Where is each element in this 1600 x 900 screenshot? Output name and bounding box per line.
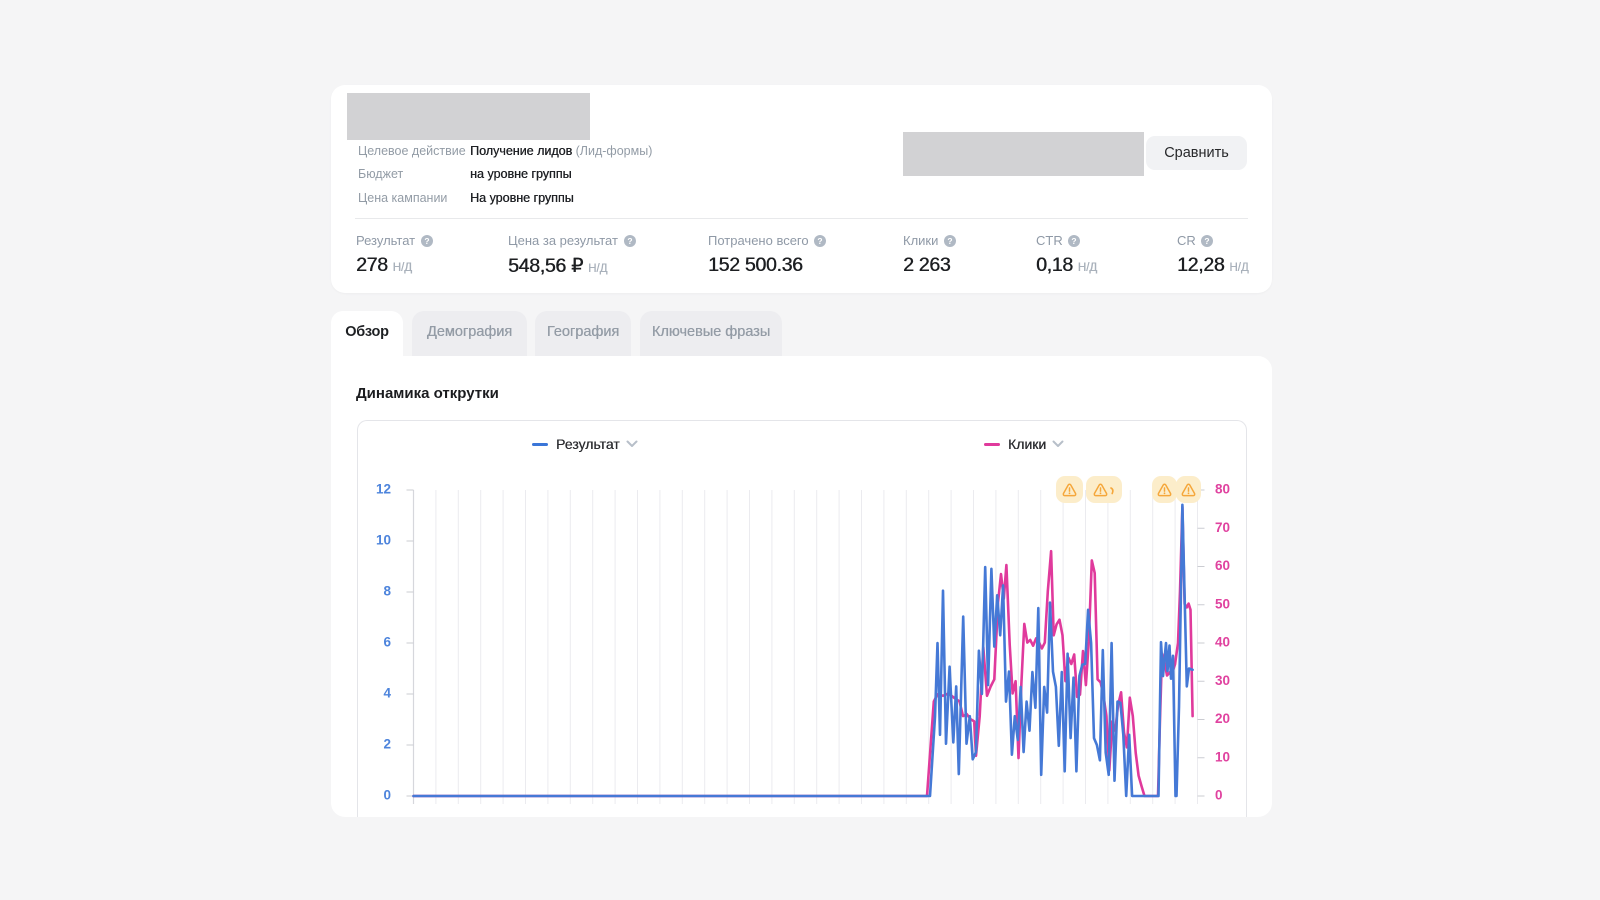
svg-text:0: 0 [1215,788,1223,803]
svg-text:?: ? [1072,235,1077,245]
svg-text:6: 6 [383,635,391,650]
svg-text:20: 20 [1215,711,1230,726]
svg-text:70: 70 [1215,520,1230,535]
svg-text:60: 60 [1215,558,1230,573]
svg-text:2: 2 [383,737,391,752]
svg-text:?: ? [627,235,632,245]
svg-text:?: ? [424,235,429,245]
svg-text:80: 80 [1215,482,1230,497]
svg-text:4: 4 [383,686,391,701]
svg-text:30: 30 [1215,673,1230,688]
svg-text:8: 8 [383,584,391,599]
svg-text:?: ? [1205,235,1210,245]
svg-text:?: ? [818,235,823,245]
svg-text:50: 50 [1215,596,1230,611]
svg-text:40: 40 [1215,635,1230,650]
svg-text:?: ? [947,235,952,245]
svg-text:12: 12 [376,482,391,497]
svg-text:0: 0 [383,788,391,803]
svg-text:10: 10 [1215,749,1230,764]
svg-text:10: 10 [376,533,391,548]
